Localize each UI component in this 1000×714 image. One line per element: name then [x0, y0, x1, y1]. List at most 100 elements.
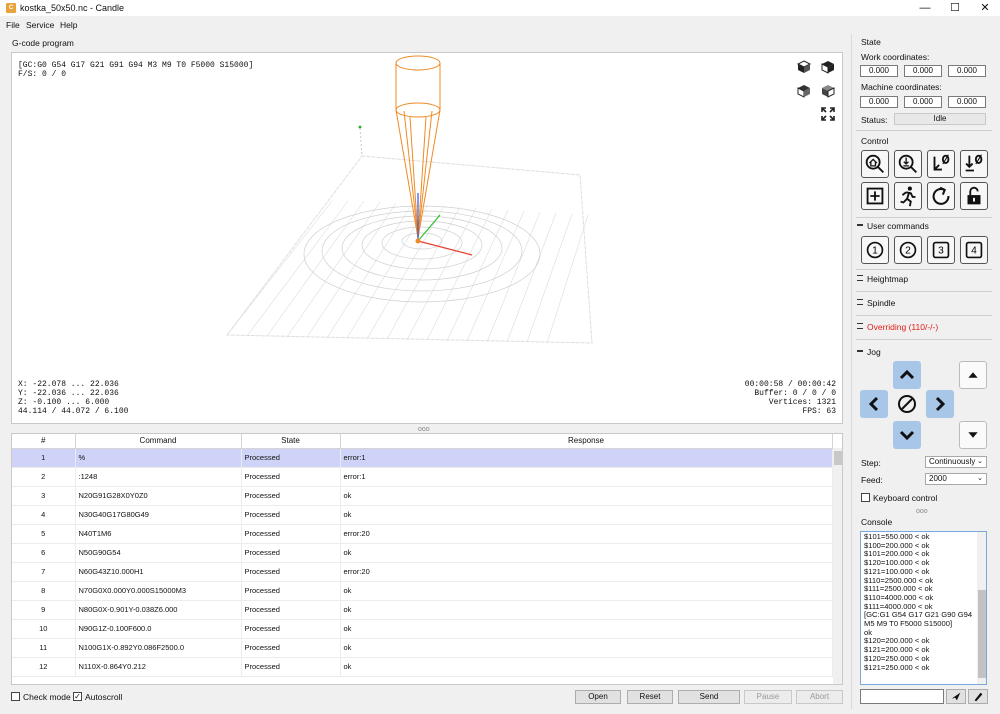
feed-value: 2000 — [929, 474, 947, 483]
machine-z-field: 0.000 — [948, 96, 986, 108]
unlock-button[interactable] — [960, 182, 988, 210]
extent-size: 44.114 / 44.072 / 6.100 — [18, 407, 129, 416]
reset-grbl-button[interactable] — [927, 182, 955, 210]
row-state: Processed — [241, 505, 341, 525]
table-row[interactable]: 10 N90G1Z-0.100F600.0 Processed ok — [12, 619, 833, 639]
col-header-command[interactable]: Command — [75, 434, 242, 449]
table-row[interactable]: 9 N80G0X-0.901Y-0.038Z6.000 Processed ok — [12, 600, 833, 620]
jog-y-minus-button[interactable] — [893, 421, 921, 449]
reset-button[interactable]: Reset — [627, 690, 673, 704]
fit-view-icon[interactable] — [820, 106, 836, 122]
console-send-button[interactable] — [946, 689, 966, 704]
overriding-section[interactable]: Overriding (110/-/-) — [867, 322, 938, 332]
table-row[interactable]: 5 N40T1M6 Processed error:20 — [12, 524, 833, 544]
user-command-1-button[interactable]: 1 — [861, 236, 889, 264]
jog-z-minus-button[interactable] — [959, 421, 987, 449]
check-mode-checkbox[interactable] — [11, 692, 20, 701]
jog-x-plus-button[interactable] — [926, 390, 954, 418]
row-number: 2 — [12, 467, 76, 487]
menu-help[interactable]: Help — [60, 20, 77, 30]
user-command-2-button[interactable]: 2 — [894, 236, 922, 264]
fps-counter: FPS: 63 — [802, 407, 836, 416]
user-command-4-button[interactable]: 4 — [960, 236, 988, 264]
col-header-state[interactable]: State — [241, 434, 341, 449]
work-coordinates-label: Work coordinates: — [861, 52, 930, 62]
console-output[interactable]: $101=550.000 < ok $100=200.000 < ok $101… — [860, 531, 987, 685]
console-input[interactable] — [860, 689, 944, 704]
table-row[interactable]: 11 N100G1X-0.892Y0.086F2500.0 Processed ok — [12, 638, 833, 658]
divider — [856, 315, 992, 316]
view-iso-icon[interactable] — [820, 83, 836, 99]
splitter-handle[interactable]: ooo — [916, 508, 928, 515]
row-response: ok — [340, 657, 833, 677]
splitter-handle[interactable]: ooo — [418, 426, 430, 433]
divider — [856, 339, 992, 340]
table-row[interactable]: 12 N110X-0.864Y0.212 Processed ok — [12, 657, 833, 677]
jog-z-plus-button[interactable] — [959, 361, 987, 389]
zero-xy-button[interactable] — [927, 150, 955, 178]
user-command-3-button[interactable]: 3 — [927, 236, 955, 264]
expand-overriding-icon[interactable] — [857, 323, 863, 329]
heightmap-section[interactable]: Heightmap — [867, 274, 908, 284]
divider — [856, 130, 992, 131]
visualizer-3d[interactable]: [GC:G0 G54 G17 G21 G91 G94 M3 M9 T0 F500… — [11, 52, 843, 424]
table-row[interactable]: 8 N70G0X0.000Y0.000S15000M3 Processed ok — [12, 581, 833, 601]
zero-z-button[interactable] — [960, 150, 988, 178]
expand-spindle-icon[interactable] — [857, 299, 863, 305]
jog-x-minus-button[interactable] — [860, 390, 888, 418]
table-scrollbar[interactable] — [833, 448, 842, 684]
pause-button[interactable]: Pause — [744, 690, 792, 704]
collapse-jog-icon[interactable] — [857, 350, 863, 352]
abort-button[interactable]: Abort — [796, 690, 843, 704]
expand-heightmap-icon[interactable] — [857, 275, 863, 281]
row-command: % — [75, 448, 242, 468]
probe-z-button[interactable] — [894, 150, 922, 178]
spindle-section[interactable]: Spindle — [867, 298, 895, 308]
close-button[interactable]: ✕ — [970, 0, 1000, 16]
step-select[interactable]: Continuously ⌄ — [925, 456, 987, 468]
table-row[interactable]: 3 N20G91G28X0Y0Z0 Processed ok — [12, 486, 833, 506]
send-button[interactable]: Send — [678, 690, 740, 704]
row-response: error:20 — [340, 562, 833, 582]
autoscroll-checkbox[interactable]: ✓ — [73, 692, 82, 701]
view-front-icon[interactable] — [820, 59, 836, 75]
step-label: Step: — [861, 458, 881, 468]
jog-label[interactable]: Jog — [867, 347, 881, 357]
table-row[interactable]: 6 N50G90G54 Processed ok — [12, 543, 833, 563]
row-state: Processed — [241, 543, 341, 563]
jog-stop-button[interactable] — [893, 390, 921, 418]
menu-service[interactable]: Service — [26, 20, 54, 30]
col-header-response[interactable]: Response — [340, 434, 833, 449]
console-scrollbar[interactable] — [977, 532, 986, 684]
maximize-button[interactable]: ☐ — [940, 0, 970, 16]
app-icon: C — [6, 3, 16, 13]
row-number: 3 — [12, 486, 76, 506]
minimize-button[interactable]: — — [910, 0, 940, 16]
jog-y-plus-button[interactable] — [893, 361, 921, 389]
restore-origin-button[interactable] — [861, 182, 889, 210]
safe-position-button[interactable] — [894, 182, 922, 210]
gcode-table[interactable]: # Command State Response 1% Processed erro… — [11, 433, 843, 685]
row-response: ok — [340, 486, 833, 506]
collapse-icon[interactable] — [857, 224, 863, 226]
console-clear-button[interactable] — [968, 689, 988, 704]
row-command: N100G1X-0.892Y0.086F2500.0 — [75, 638, 242, 658]
view-top-icon[interactable] — [796, 59, 812, 75]
view-left-icon[interactable] — [796, 83, 812, 99]
home-button[interactable] — [861, 150, 889, 178]
feed-select[interactable]: 2000 ⌄ — [925, 473, 987, 485]
row-command: N40T1M6 — [75, 524, 242, 544]
user-commands-label[interactable]: User commands — [867, 221, 929, 231]
open-button[interactable]: Open — [575, 690, 621, 704]
row-command: N30G40G17G80G49 — [75, 505, 242, 525]
col-header-number[interactable]: # — [12, 434, 76, 449]
user-command-3-label: 3 — [938, 246, 944, 257]
table-row[interactable]: 7 N60G43Z10.000H1 Processed error:20 — [12, 562, 833, 582]
console-label: Console — [861, 517, 893, 527]
buffer-status: Buffer: 0 / 0 / 0 — [754, 389, 836, 398]
menu-file[interactable]: File — [6, 20, 20, 30]
table-row[interactable]: 4 N30G40G17G80G49 Processed ok — [12, 505, 833, 525]
table-row[interactable]: 1% Processed error:1 — [12, 448, 833, 468]
table-row[interactable]: 2:1248 Processed error:1 — [12, 467, 833, 487]
keyboard-control-checkbox[interactable] — [861, 493, 870, 502]
